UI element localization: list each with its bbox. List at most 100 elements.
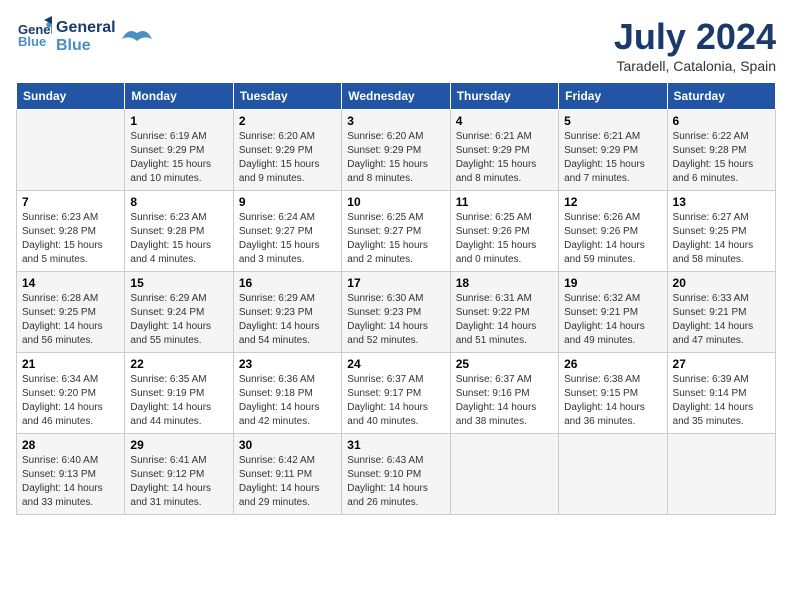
calendar-cell: 20Sunrise: 6:33 AMSunset: 9:21 PMDayligh…: [667, 272, 775, 353]
day-header-monday: Monday: [125, 83, 233, 110]
day-info: Sunrise: 6:34 AMSunset: 9:20 PMDaylight:…: [22, 373, 119, 429]
day-info: Sunrise: 6:22 AMSunset: 9:28 PMDaylight:…: [673, 130, 770, 186]
logo-icon: General Blue: [16, 16, 52, 52]
calendar-cell: 4Sunrise: 6:21 AMSunset: 9:29 PMDaylight…: [450, 110, 558, 191]
day-info: Sunrise: 6:40 AMSunset: 9:13 PMDaylight:…: [22, 454, 119, 510]
day-number: 29: [130, 438, 227, 452]
day-info: Sunrise: 6:30 AMSunset: 9:23 PMDaylight:…: [347, 292, 444, 348]
calendar-cell: 7 Sunrise: 6:23 AMSunset: 9:28 PMDaylight…: [17, 191, 125, 272]
calendar-cell: [559, 434, 667, 515]
day-info: Sunrise: 6:42 AMSunset: 9:11 PMDaylight:…: [239, 454, 336, 510]
day-number: 7: [22, 195, 119, 209]
day-info: Sunrise: 6:35 AMSunset: 9:19 PMDaylight:…: [130, 373, 227, 429]
calendar-week-row: 14 Sunrise: 6:28 AMSunset: 9:25 PMDayligh…: [17, 272, 776, 353]
day-header-wednesday: Wednesday: [342, 83, 450, 110]
day-number: 6: [673, 114, 770, 128]
calendar-cell: 10 Sunrise: 6:25 AMSunset: 9:27 PMDayligh…: [342, 191, 450, 272]
logo-line2: Blue: [56, 37, 116, 55]
title-block: July 2024 Taradell, Catalonia, Spain: [614, 16, 776, 74]
calendar-body: 1 Sunrise: 6:19 AMSunset: 9:29 PMDaylight…: [17, 110, 776, 515]
day-number: 22: [130, 357, 227, 371]
day-number: 25: [456, 357, 553, 371]
day-header-friday: Friday: [559, 83, 667, 110]
calendar-week-row: 7 Sunrise: 6:23 AMSunset: 9:28 PMDaylight…: [17, 191, 776, 272]
day-number: 13: [673, 195, 770, 209]
calendar-cell: 1 Sunrise: 6:19 AMSunset: 9:29 PMDaylight…: [125, 110, 233, 191]
day-number: 11: [456, 195, 553, 209]
calendar-cell: 6 Sunrise: 6:22 AMSunset: 9:28 PMDaylight…: [667, 110, 775, 191]
day-number: 8: [130, 195, 227, 209]
day-info: Sunrise: 6:41 AMSunset: 9:12 PMDaylight:…: [130, 454, 227, 510]
calendar-cell: 31 Sunrise: 6:43 AMSunset: 9:10 PMDayligh…: [342, 434, 450, 515]
calendar-cell: 27 Sunrise: 6:39 AMSunset: 9:14 PMDayligh…: [667, 353, 775, 434]
day-header-tuesday: Tuesday: [233, 83, 341, 110]
logo-line1: General: [56, 19, 116, 37]
calendar-cell: 28Sunrise: 6:40 AMSunset: 9:13 PMDayligh…: [17, 434, 125, 515]
location-subtitle: Taradell, Catalonia, Spain: [614, 58, 776, 74]
day-number: 16: [239, 276, 336, 290]
day-info: Sunrise: 6:25 AMSunset: 9:27 PMDaylight:…: [347, 211, 444, 267]
calendar-cell: 18 Sunrise: 6:31 AMSunset: 9:22 PMDayligh…: [450, 272, 558, 353]
day-info: Sunrise: 6:37 AMSunset: 9:17 PMDaylight:…: [347, 373, 444, 429]
day-number: 31: [347, 438, 444, 452]
calendar-table: SundayMondayTuesdayWednesdayThursdayFrid…: [16, 82, 776, 515]
calendar-week-row: 1 Sunrise: 6:19 AMSunset: 9:29 PMDaylight…: [17, 110, 776, 191]
calendar-cell: 30 Sunrise: 6:42 AMSunset: 9:11 PMDayligh…: [233, 434, 341, 515]
calendar-cell: 12Sunrise: 6:26 AMSunset: 9:26 PMDayligh…: [559, 191, 667, 272]
day-number: 10: [347, 195, 444, 209]
calendar-cell: 25 Sunrise: 6:37 AMSunset: 9:16 PMDayligh…: [450, 353, 558, 434]
day-number: 20: [673, 276, 770, 290]
day-number: 18: [456, 276, 553, 290]
calendar-cell: [17, 110, 125, 191]
day-number: 26: [564, 357, 661, 371]
day-number: 23: [239, 357, 336, 371]
day-number: 17: [347, 276, 444, 290]
bird-icon: [122, 25, 152, 49]
calendar-cell: 2 Sunrise: 6:20 AMSunset: 9:29 PMDaylight…: [233, 110, 341, 191]
calendar-cell: 5Sunrise: 6:21 AMSunset: 9:29 PMDaylight…: [559, 110, 667, 191]
day-number: 5: [564, 114, 661, 128]
day-info: Sunrise: 6:23 AMSunset: 9:28 PMDaylight:…: [22, 211, 119, 267]
day-number: 27: [673, 357, 770, 371]
day-header-thursday: Thursday: [450, 83, 558, 110]
day-number: 12: [564, 195, 661, 209]
calendar-cell: 19Sunrise: 6:32 AMSunset: 9:21 PMDayligh…: [559, 272, 667, 353]
day-number: 9: [239, 195, 336, 209]
calendar-cell: 14 Sunrise: 6:28 AMSunset: 9:25 PMDayligh…: [17, 272, 125, 353]
day-number: 1: [130, 114, 227, 128]
calendar-cell: 26 Sunrise: 6:38 AMSunset: 9:15 PMDayligh…: [559, 353, 667, 434]
day-info: Sunrise: 6:25 AMSunset: 9:26 PMDaylight:…: [456, 211, 553, 267]
day-info: Sunrise: 6:23 AMSunset: 9:28 PMDaylight:…: [130, 211, 227, 267]
calendar-cell: 3Sunrise: 6:20 AMSunset: 9:29 PMDaylight…: [342, 110, 450, 191]
calendar-header-row: SundayMondayTuesdayWednesdayThursdayFrid…: [17, 83, 776, 110]
day-number: 14: [22, 276, 119, 290]
day-info: Sunrise: 6:37 AMSunset: 9:16 PMDaylight:…: [456, 373, 553, 429]
calendar-cell: 8 Sunrise: 6:23 AMSunset: 9:28 PMDaylight…: [125, 191, 233, 272]
day-header-sunday: Sunday: [17, 83, 125, 110]
calendar-cell: 13 Sunrise: 6:27 AMSunset: 9:25 PMDayligh…: [667, 191, 775, 272]
day-number: 15: [130, 276, 227, 290]
day-info: Sunrise: 6:20 AMSunset: 9:29 PMDaylight:…: [239, 130, 336, 186]
day-info: Sunrise: 6:38 AMSunset: 9:15 PMDaylight:…: [564, 373, 661, 429]
day-info: Sunrise: 6:43 AMSunset: 9:10 PMDaylight:…: [347, 454, 444, 510]
calendar-cell: 17 Sunrise: 6:30 AMSunset: 9:23 PMDayligh…: [342, 272, 450, 353]
calendar-cell: 24Sunrise: 6:37 AMSunset: 9:17 PMDayligh…: [342, 353, 450, 434]
day-info: Sunrise: 6:20 AMSunset: 9:29 PMDaylight:…: [347, 130, 444, 186]
logo: General Blue General Blue: [16, 16, 152, 57]
calendar-cell: 22 Sunrise: 6:35 AMSunset: 9:19 PMDayligh…: [125, 353, 233, 434]
calendar-cell: 11 Sunrise: 6:25 AMSunset: 9:26 PMDayligh…: [450, 191, 558, 272]
day-number: 2: [239, 114, 336, 128]
day-number: 4: [456, 114, 553, 128]
svg-text:Blue: Blue: [18, 34, 46, 49]
day-info: Sunrise: 6:28 AMSunset: 9:25 PMDaylight:…: [22, 292, 119, 348]
day-info: Sunrise: 6:31 AMSunset: 9:22 PMDaylight:…: [456, 292, 553, 348]
day-info: Sunrise: 6:19 AMSunset: 9:29 PMDaylight:…: [130, 130, 227, 186]
calendar-cell: 23Sunrise: 6:36 AMSunset: 9:18 PMDayligh…: [233, 353, 341, 434]
day-info: Sunrise: 6:39 AMSunset: 9:14 PMDaylight:…: [673, 373, 770, 429]
day-info: Sunrise: 6:27 AMSunset: 9:25 PMDaylight:…: [673, 211, 770, 267]
calendar-cell: 16Sunrise: 6:29 AMSunset: 9:23 PMDayligh…: [233, 272, 341, 353]
calendar-cell: [450, 434, 558, 515]
day-number: 30: [239, 438, 336, 452]
month-title: July 2024: [614, 16, 776, 58]
calendar-cell: 21Sunrise: 6:34 AMSunset: 9:20 PMDayligh…: [17, 353, 125, 434]
